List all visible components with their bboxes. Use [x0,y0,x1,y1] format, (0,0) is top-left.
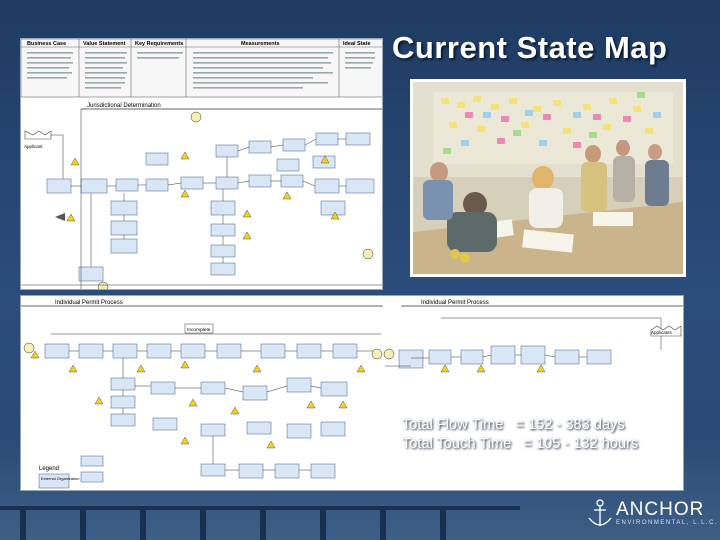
total-flow-row: Total Flow Time = 152 - 383 days [402,416,702,435]
header-value-statement: Value Statement [83,41,126,47]
totals-panel: Total Flow Time = 152 - 383 days Total T… [402,416,702,454]
pier-background [0,506,520,540]
total-touch-value: = 105 - 132 hours [523,436,639,452]
legend: Legend External Organization [38,466,79,489]
value-stream-map-bottom: Individual Permit Process Individual Per… [20,295,684,491]
logo-name: ANCHOR [616,499,705,520]
header-business-case: Business Case [27,41,66,47]
applicant-right-node: Applicants [650,325,682,337]
sticky-notes [433,92,673,164]
lane-jurisdictional: Jurisdictional Determination [87,103,161,109]
total-touch-label: Total Touch Time [402,436,512,452]
slide-title: Current State Map [392,30,668,65]
lane-individual-left: Individual Permit Process [55,300,123,306]
process-boxes [46,132,375,282]
incomplete-node: Incomplete [184,323,214,334]
svg-text:Legend: Legend [39,466,59,472]
team-photo [410,79,686,277]
anchor-logo: ANCHOR ENVIRONMENTAL, L.L.C. [586,498,717,534]
svg-text:Incomplete: Incomplete [187,327,211,333]
header-ideal-state: Ideal State [343,41,371,47]
header-key-requirements: Key Requirements [135,41,183,47]
total-flow-label: Total Flow Time [402,417,504,433]
value-stream-map-top: Business Case Value Statement Key Requir… [20,38,383,290]
logo-subtitle: ENVIRONMENTAL, L.L.C. [616,520,719,526]
anchor-icon [588,499,612,526]
total-touch-row: Total Touch Time = 105 - 132 hours [402,435,702,454]
lane-individual-right: Individual Permit Process [421,300,489,306]
slide: Business Case Value Statement Key Requir… [0,0,720,540]
applicant-node: Applicant [24,130,52,149]
header-measurements: Measurements [241,41,280,47]
total-flow-value: = 152 - 383 days [515,417,625,433]
svg-text:External Organization: External Organization [41,476,79,481]
flow-lines [51,109,346,289]
svg-text:Applicant: Applicant [24,144,43,149]
svg-text:Applicants: Applicants [651,330,673,335]
bottom-process-boxes [44,343,612,479]
